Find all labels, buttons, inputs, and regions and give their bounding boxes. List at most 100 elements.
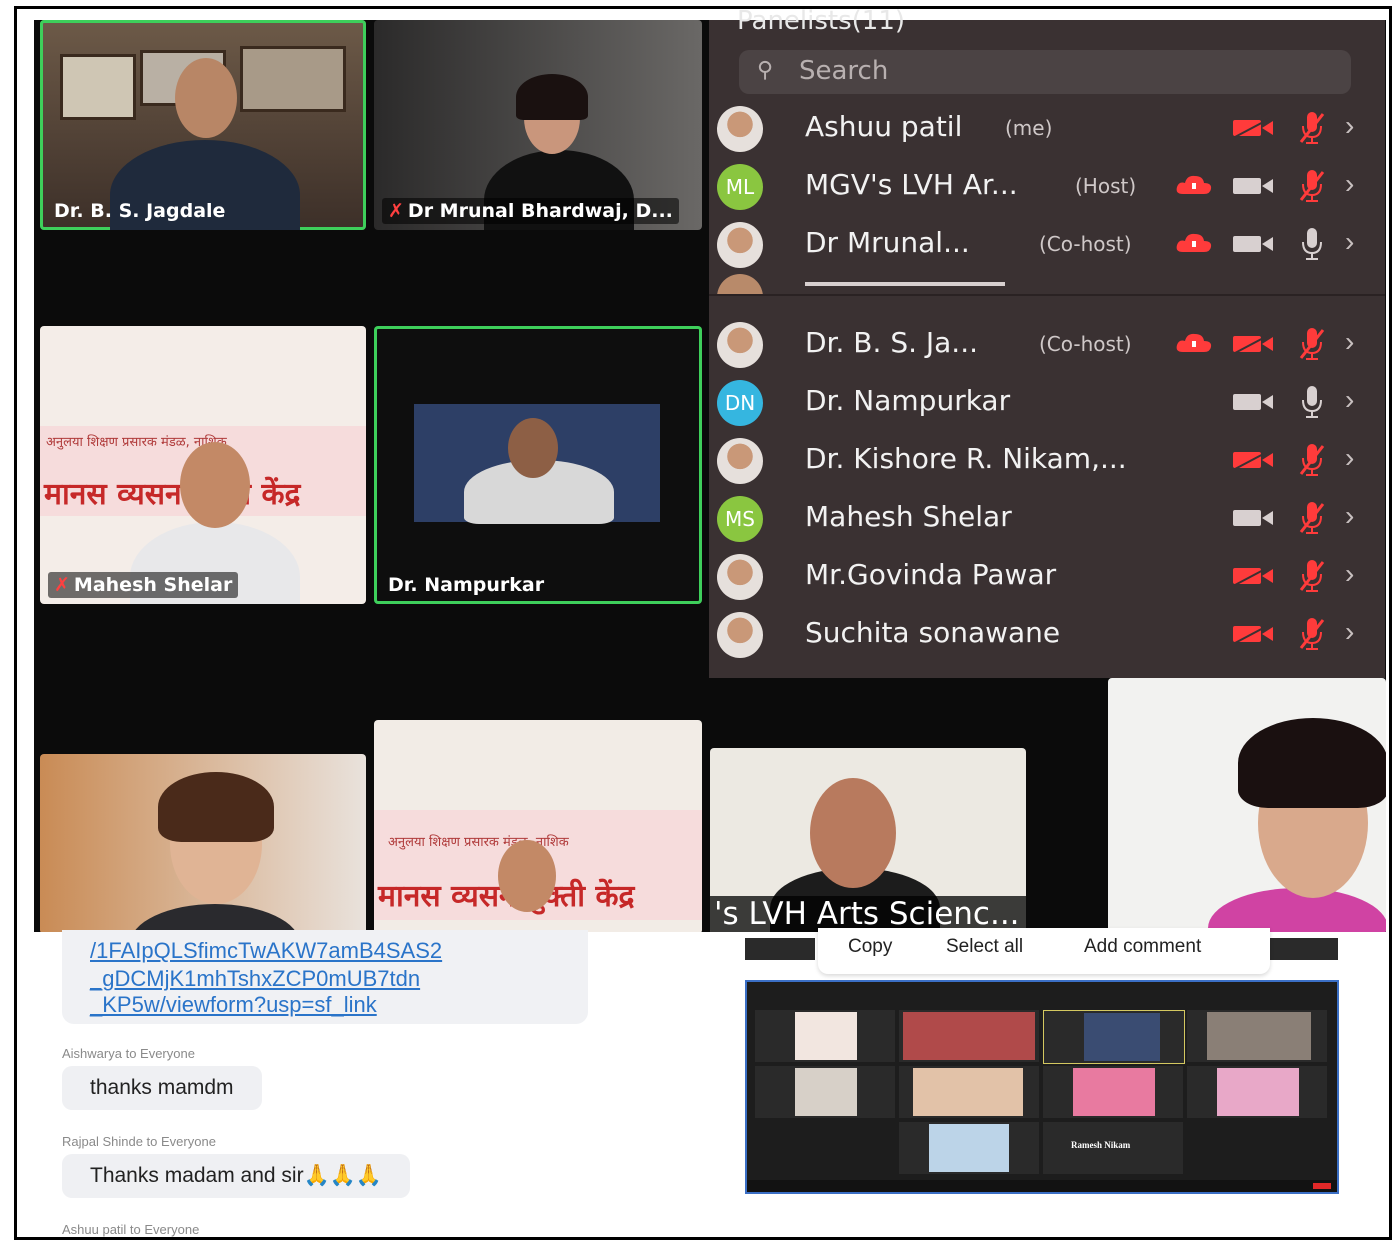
host-caption: 's LVH Arts Scienc...	[710, 896, 1026, 932]
panelist-role: (me)	[1005, 116, 1053, 140]
search-input[interactable]: ⚲ Search	[739, 50, 1351, 94]
tile-name-text: Mahesh Shelar	[73, 574, 233, 596]
chevron-right-icon[interactable]: ›	[1345, 226, 1354, 258]
panelist-row[interactable]: Dr. B. S. Ja... (Co-host) ›	[709, 316, 1385, 374]
panelist-name: Mahesh Shelar	[805, 500, 1012, 533]
panelist-row[interactable]: ML MGV's LVH Ar... (Host) ›	[709, 158, 1385, 216]
panelist-name: Dr. B. S. Ja...	[805, 326, 979, 359]
banner-text: मानस व्यसन मुक्ती केंद्र	[44, 477, 301, 512]
panelist-row[interactable]: Ashuu patil (me) ›	[709, 100, 1385, 158]
tile-name-label: Dr. B. S. Jagdale	[54, 200, 226, 222]
mic-muted-icon[interactable]	[1299, 558, 1325, 594]
video-tile-participant[interactable]: अनुलया शिक्षण प्रसारक मंडळ, नाशिक मानस व…	[374, 720, 702, 932]
chat-sender: Aishwarya to Everyone	[62, 1046, 195, 1061]
chat-sender: Ashuu patil to Everyone	[62, 1222, 200, 1237]
panel-title: Panelists(11)	[737, 6, 906, 36]
chat-link[interactable]: _gDCMjK1mhTshxZCP0mUB7tdn	[90, 966, 420, 992]
cloud-recording-icon	[1175, 174, 1213, 196]
panelist-name: Suchita sonawane	[805, 616, 1061, 649]
cloud-recording-icon	[1175, 232, 1213, 254]
mic-muted-icon[interactable]	[1299, 500, 1325, 536]
mini-name-card: Ramesh Nikam	[1071, 1140, 1131, 1150]
add-comment-menu-item[interactable]: Add comment	[1084, 936, 1201, 958]
tile-name-label: ✗ Mahesh Shelar	[48, 572, 239, 598]
mic-muted-icon: ✗	[388, 200, 404, 222]
chevron-right-icon[interactable]: ›	[1345, 558, 1354, 590]
chevron-right-icon[interactable]: ›	[1345, 616, 1354, 648]
chevron-right-icon[interactable]: ›	[1345, 168, 1354, 200]
video-tile-mahesh[interactable]: अनुलया शिक्षण प्रसारक मंडळ, नाशिक मानस व…	[40, 326, 366, 604]
panelist-row[interactable]: Dr. Kishore R. Nikam,... ›	[709, 432, 1385, 490]
avatar	[717, 438, 763, 484]
participants-panel: Panelists(11) ⚲ Search Ashuu patil (me) › M…	[709, 6, 1385, 678]
panelist-role: (Host)	[1075, 174, 1137, 198]
panelist-row[interactable]: DN Dr. Nampurkar ›	[709, 374, 1385, 432]
avatar	[717, 222, 763, 268]
avatar	[717, 106, 763, 152]
video-off-icon[interactable]	[1233, 334, 1273, 354]
mic-muted-icon[interactable]	[1299, 168, 1325, 204]
video-off-icon[interactable]	[1233, 566, 1273, 586]
chat-message[interactable]: thanks mamdm	[62, 1066, 262, 1110]
mic-muted-icon: ✗	[54, 574, 70, 596]
video-tile-jagdale[interactable]: Dr. B. S. Jagdale	[40, 20, 366, 230]
video-tile-host[interactable]: 's LVH Arts Scienc...	[710, 748, 1026, 932]
video-off-icon[interactable]	[1233, 624, 1273, 644]
avatar	[717, 612, 763, 658]
chat-link[interactable]: _KP5w/viewform?usp=sf_link	[90, 992, 377, 1018]
select-all-menu-item[interactable]: Select all	[946, 936, 1023, 958]
chat-link[interactable]: /1FAIpQLSfimcTwAKW7amB4SAS2	[90, 938, 442, 964]
panelist-row[interactable]: Suchita sonawane ›	[709, 606, 1385, 664]
screenshot-strip	[745, 938, 815, 960]
copy-menu-item[interactable]: Copy	[848, 936, 892, 958]
chevron-right-icon[interactable]: ›	[1345, 442, 1354, 474]
video-tile-participant[interactable]	[1108, 678, 1386, 932]
avatar: ML	[717, 164, 763, 210]
video-icon[interactable]	[1233, 234, 1273, 254]
video-icon[interactable]	[1233, 508, 1273, 528]
chevron-right-icon[interactable]: ›	[1345, 110, 1354, 142]
panelist-row[interactable]: Mr.Govinda Pawar ›	[709, 548, 1385, 606]
video-off-icon[interactable]	[1233, 450, 1273, 470]
tile-name-label: ✗ Dr Mrunal Bhardwaj, D...	[382, 198, 679, 224]
mic-icon[interactable]	[1299, 226, 1325, 262]
avatar: DN	[717, 380, 763, 426]
panelist-name: Dr. Nampurkar	[805, 384, 1011, 417]
panelist-row[interactable]: MS Mahesh Shelar ›	[709, 490, 1385, 548]
chat-panel: /1FAIpQLSfimcTwAKW7amB4SAS2 _gDCMjK1mhTs…	[34, 930, 704, 1237]
mini-leave-button[interactable]	[1313, 1183, 1331, 1189]
context-menu: Copy Select all Add comment	[818, 928, 1270, 974]
panelist-name: Dr Mrunal...	[805, 226, 970, 259]
mic-muted-icon[interactable]	[1299, 326, 1325, 362]
panelist-role: (Co-host)	[1039, 332, 1132, 356]
tile-name-label: Dr. Nampurkar	[388, 574, 545, 596]
chevron-right-icon[interactable]: ›	[1345, 384, 1354, 416]
panelist-row[interactable]: Dr Mrunal... (Co-host) ›	[709, 216, 1385, 274]
video-tile-mrunal[interactable]: ✗ Dr Mrunal Bhardwaj, D...	[374, 20, 702, 230]
panelist-name: MGV's LVH Ar...	[805, 168, 1018, 201]
panelist-row-partial	[709, 274, 1385, 296]
avatar	[717, 554, 763, 600]
mic-muted-icon[interactable]	[1299, 616, 1325, 652]
mic-icon[interactable]	[1299, 384, 1325, 420]
panelist-name: Dr. Kishore R. Nikam,...	[805, 442, 1127, 475]
chevron-right-icon[interactable]: ›	[1345, 326, 1354, 358]
chat-message[interactable]: Thanks madam and sir🙏🙏🙏	[62, 1154, 411, 1198]
cloud-recording-icon	[1175, 332, 1213, 354]
mic-muted-icon[interactable]	[1299, 442, 1325, 478]
video-tile-participant[interactable]	[40, 754, 366, 932]
chevron-right-icon[interactable]: ›	[1345, 500, 1354, 532]
mic-muted-icon[interactable]	[1299, 110, 1325, 146]
screenshot-strip	[1264, 938, 1338, 960]
panelist-name: Mr.Govinda Pawar	[805, 558, 1057, 591]
video-off-icon[interactable]	[1233, 118, 1273, 138]
panelist-name: Ashuu patil	[805, 110, 963, 143]
video-icon[interactable]	[1233, 176, 1273, 196]
search-placeholder: Search	[799, 56, 889, 86]
avatar: MS	[717, 496, 763, 542]
avatar	[717, 322, 763, 368]
meeting-screenshot-inset: Ramesh Nikam	[745, 980, 1339, 1194]
video-icon[interactable]	[1233, 392, 1273, 412]
video-tile-nampurkar[interactable]: Dr. Nampurkar	[374, 326, 702, 604]
tile-name-text: Dr Mrunal Bhardwaj, D...	[407, 200, 673, 222]
